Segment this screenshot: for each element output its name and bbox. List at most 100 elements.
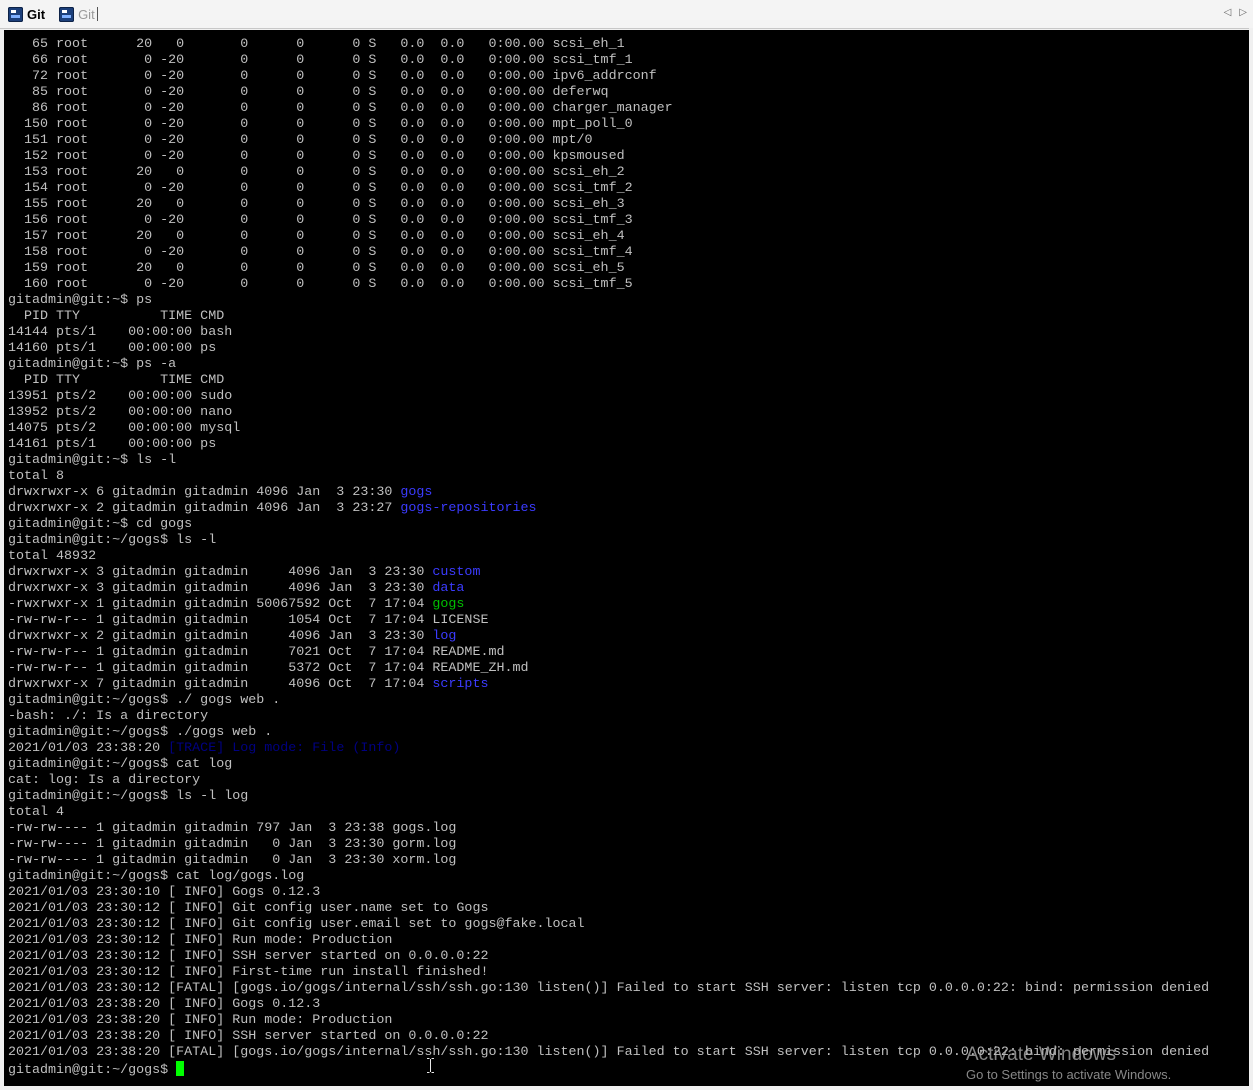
- terminal-line: 13952 pts/2 00:00:00 nano: [8, 405, 1209, 421]
- terminal-line: 157 root 20 0 0 0 0 S 0.0 0.0 0:00.00 sc…: [8, 229, 1209, 245]
- watermark-title: Activate Windows: [966, 1044, 1116, 1065]
- terminal-text: 156 root 0 -20 0 0 0 S 0.0 0.0 0:00.00 s…: [8, 213, 633, 228]
- tab-label: Git: [27, 6, 46, 22]
- terminal-line: gitadmin@git:~/gogs$ ./gogs web .: [8, 725, 1209, 741]
- terminal-line: 14161 pts/1 00:00:00 ps: [8, 437, 1209, 453]
- terminal-line: 153 root 20 0 0 0 0 S 0.0 0.0 0:00.00 sc…: [8, 165, 1209, 181]
- terminal-line: 13951 pts/2 00:00:00 sudo: [8, 389, 1209, 405]
- terminal-text: drwxrwxr-x 2 gitadmin gitadmin 4096 Jan …: [8, 629, 433, 644]
- terminal-text: -rwxrwxr-x 1 gitadmin gitadmin 50067592 …: [8, 597, 433, 612]
- terminal-text: 14160 pts/1 00:00:00 ps: [8, 341, 217, 356]
- terminal-line: drwxrwxr-x 3 gitadmin gitadmin 4096 Jan …: [8, 565, 1209, 581]
- terminal-text: gitadmin@git:~/gogs$ ./ gogs web .: [8, 693, 281, 708]
- terminal-text: 158 root 0 -20 0 0 0 S 0.0 0.0 0:00.00 s…: [8, 245, 633, 260]
- terminal-text: 155 root 20 0 0 0 0 S 0.0 0.0 0:00.00 sc…: [8, 197, 625, 212]
- terminal-text: 14161 pts/1 00:00:00 ps: [8, 437, 217, 452]
- terminal-line: 159 root 20 0 0 0 0 S 0.0 0.0 0:00.00 sc…: [8, 261, 1209, 277]
- putty-icon: [59, 6, 75, 22]
- terminal-text: gitadmin@git:~/gogs$ cat log/gogs.log: [8, 869, 305, 884]
- terminal-line: total 4: [8, 805, 1209, 821]
- terminal-line: 151 root 0 -20 0 0 0 S 0.0 0.0 0:00.00 m…: [8, 133, 1209, 149]
- terminal-line: 2021/01/03 23:30:12 [ INFO] Run mode: Pr…: [8, 933, 1209, 949]
- terminal-text: 2021/01/03 23:38:20: [8, 741, 169, 756]
- terminal-line: -rw-rw---- 1 gitadmin gitadmin 0 Jan 3 2…: [8, 837, 1209, 853]
- terminal-text: 13952 pts/2 00:00:00 nano: [8, 405, 233, 420]
- terminal-line: cat: log: Is a directory: [8, 773, 1209, 789]
- terminal-line: 14144 pts/1 00:00:00 bash: [8, 325, 1209, 341]
- terminal-text: gitadmin@git:~$ ps: [8, 293, 153, 308]
- terminal-line: 2021/01/03 23:38:20 [ INFO] Run mode: Pr…: [8, 1013, 1209, 1029]
- terminal-line: total 48932: [8, 549, 1209, 565]
- terminal-line: -rw-rw-r-- 1 gitadmin gitadmin 7021 Oct …: [8, 645, 1209, 661]
- terminal-text: 150 root 0 -20 0 0 0 S 0.0 0.0 0:00.00 m…: [8, 117, 633, 132]
- session-tab-git-active[interactable]: Git: [0, 3, 51, 25]
- terminal-text: total 48932: [8, 549, 97, 564]
- terminal-line: 85 root 0 -20 0 0 0 S 0.0 0.0 0:00.00 de…: [8, 85, 1209, 101]
- terminal-text: -rw-rw---- 1 gitadmin gitadmin 0 Jan 3 2…: [8, 837, 457, 852]
- terminal-output: 65 root 20 0 0 0 0 S 0.0 0.0 0:00.00 scs…: [8, 37, 1210, 1078]
- terminal-text: gitadmin@git:~/gogs$ ./gogs web .: [8, 725, 273, 740]
- terminal-text: -rw-rw-r-- 1 gitadmin gitadmin 1054 Oct …: [8, 613, 489, 628]
- terminal-line: 158 root 0 -20 0 0 0 S 0.0 0.0 0:00.00 s…: [8, 245, 1209, 261]
- terminal-line: 155 root 20 0 0 0 0 S 0.0 0.0 0:00.00 sc…: [8, 197, 1209, 213]
- terminal-line: 152 root 0 -20 0 0 0 S 0.0 0.0 0:00.00 k…: [8, 149, 1209, 165]
- terminal-text: -rw-rw-r-- 1 gitadmin gitadmin 7021 Oct …: [8, 645, 505, 660]
- terminal-line: -bash: ./: Is a directory: [8, 709, 1209, 725]
- terminal-text: 13951 pts/2 00:00:00 sudo: [8, 389, 233, 404]
- terminal-line: gitadmin@git:~/gogs$ ./ gogs web .: [8, 693, 1209, 709]
- terminal-text: 157 root 20 0 0 0 0 S 0.0 0.0 0:00.00 sc…: [8, 229, 625, 244]
- session-tab-git-inactive[interactable]: Git: [51, 3, 104, 25]
- prompt-text: gitadmin@git:~/gogs$: [8, 1063, 177, 1078]
- terminal-line: 2021/01/03 23:30:12 [ INFO] SSH server s…: [8, 949, 1209, 965]
- terminal-line: 65 root 20 0 0 0 0 S 0.0 0.0 0:00.00 scs…: [8, 37, 1209, 53]
- terminal-line: 2021/01/03 23:30:12 [ INFO] Git config u…: [8, 917, 1209, 933]
- terminal-line: gitadmin@git:~$ ls -l: [8, 453, 1209, 469]
- scroll-right-icon[interactable]: ▷: [1239, 7, 1247, 18]
- terminal-text: 2021/01/03 23:30:10 [ INFO] Gogs 0.12.3: [8, 885, 321, 900]
- terminal-text: 2021/01/03 23:30:12 [FATAL] [gogs.io/gog…: [8, 981, 1210, 996]
- terminal-line: -rw-rw---- 1 gitadmin gitadmin 0 Jan 3 2…: [8, 853, 1209, 869]
- terminal-text: -rw-rw---- 1 gitadmin gitadmin 797 Jan 3…: [8, 821, 457, 836]
- terminal-text: gitadmin@git:~/gogs$ cat log: [8, 757, 233, 772]
- tab-separator: [96, 7, 98, 21]
- scroll-left-icon[interactable]: ◁: [1224, 7, 1232, 18]
- terminal-line: -rw-rw-r-- 1 gitadmin gitadmin 1054 Oct …: [8, 613, 1209, 629]
- terminal-line: 72 root 0 -20 0 0 0 S 0.0 0.0 0:00.00 ip…: [8, 69, 1209, 85]
- terminal-text: 65 root 20 0 0 0 0 S 0.0 0.0 0:00.00 scs…: [8, 37, 625, 52]
- terminal-line: -rwxrwxr-x 1 gitadmin gitadmin 50067592 …: [8, 597, 1209, 613]
- terminal-text: gogs-repositories: [400, 501, 537, 516]
- tab-scroll-controls: ◁ ▷: [1224, 7, 1247, 18]
- mouse-ibeam-cursor-icon: [427, 1058, 434, 1073]
- terminal-line: drwxrwxr-x 2 gitadmin gitadmin 4096 Jan …: [8, 629, 1209, 645]
- text-cursor: [176, 1061, 185, 1076]
- terminal-text: log: [432, 629, 457, 644]
- terminal-text: 151 root 0 -20 0 0 0 S 0.0 0.0 0:00.00 m…: [8, 133, 593, 148]
- terminal-text: drwxrwxr-x 3 gitadmin gitadmin 4096 Jan …: [8, 581, 433, 596]
- terminal-line: 66 root 0 -20 0 0 0 S 0.0 0.0 0:00.00 sc…: [8, 53, 1209, 69]
- terminal-line: drwxrwxr-x 6 gitadmin gitadmin 4096 Jan …: [8, 485, 1209, 501]
- terminal-text: gogs: [432, 597, 465, 612]
- terminal-line: gitadmin@git:~$ ps -a: [8, 357, 1209, 373]
- terminal-line: gitadmin@git:~$ cd gogs: [8, 517, 1209, 533]
- terminal-line: 2021/01/03 23:30:10 [ INFO] Gogs 0.12.3: [8, 885, 1209, 901]
- terminal-line: 160 root 0 -20 0 0 0 S 0.0 0.0 0:00.00 s…: [8, 277, 1209, 293]
- terminal-text: 154 root 0 -20 0 0 0 S 0.0 0.0 0:00.00 s…: [8, 181, 633, 196]
- terminal-text: data: [432, 581, 465, 596]
- terminal-text: gitadmin@git:~/gogs$ ls -l: [8, 533, 217, 548]
- terminal-line: total 8: [8, 469, 1209, 485]
- watermark-subtitle: Go to Settings to activate Windows.: [966, 1067, 1172, 1082]
- terminal-text: 2021/01/03 23:30:12 [ INFO] Git config u…: [8, 901, 489, 916]
- terminal-text: 85 root 0 -20 0 0 0 S 0.0 0.0 0:00.00 de…: [8, 85, 609, 100]
- terminal-text: 159 root 20 0 0 0 0 S 0.0 0.0 0:00.00 sc…: [8, 261, 625, 276]
- terminal-line: drwxrwxr-x 7 gitadmin gitadmin 4096 Oct …: [8, 677, 1209, 693]
- terminal-line: 150 root 0 -20 0 0 0 S 0.0 0.0 0:00.00 m…: [8, 117, 1209, 133]
- terminal-text: gitadmin@git:~$ ls -l: [8, 453, 177, 468]
- terminal-line: 2021/01/03 23:38:20 [ INFO] SSH server s…: [8, 1029, 1209, 1045]
- terminal-text: drwxrwxr-x 7 gitadmin gitadmin 4096 Oct …: [8, 677, 433, 692]
- terminal-window[interactable]: 65 root 20 0 0 0 0 S 0.0 0.0 0:00.00 scs…: [4, 30, 1249, 1086]
- terminal-line: gitadmin@git:~/gogs$ cat log: [8, 757, 1209, 773]
- terminal-line: 154 root 0 -20 0 0 0 S 0.0 0.0 0:00.00 s…: [8, 181, 1209, 197]
- terminal-line: 2021/01/03 23:38:20 [ INFO] Gogs 0.12.3: [8, 997, 1209, 1013]
- terminal-text: 160 root 0 -20 0 0 0 S 0.0 0.0 0:00.00 s…: [8, 277, 633, 292]
- terminal-text: 153 root 20 0 0 0 0 S 0.0 0.0 0:00.00 sc…: [8, 165, 625, 180]
